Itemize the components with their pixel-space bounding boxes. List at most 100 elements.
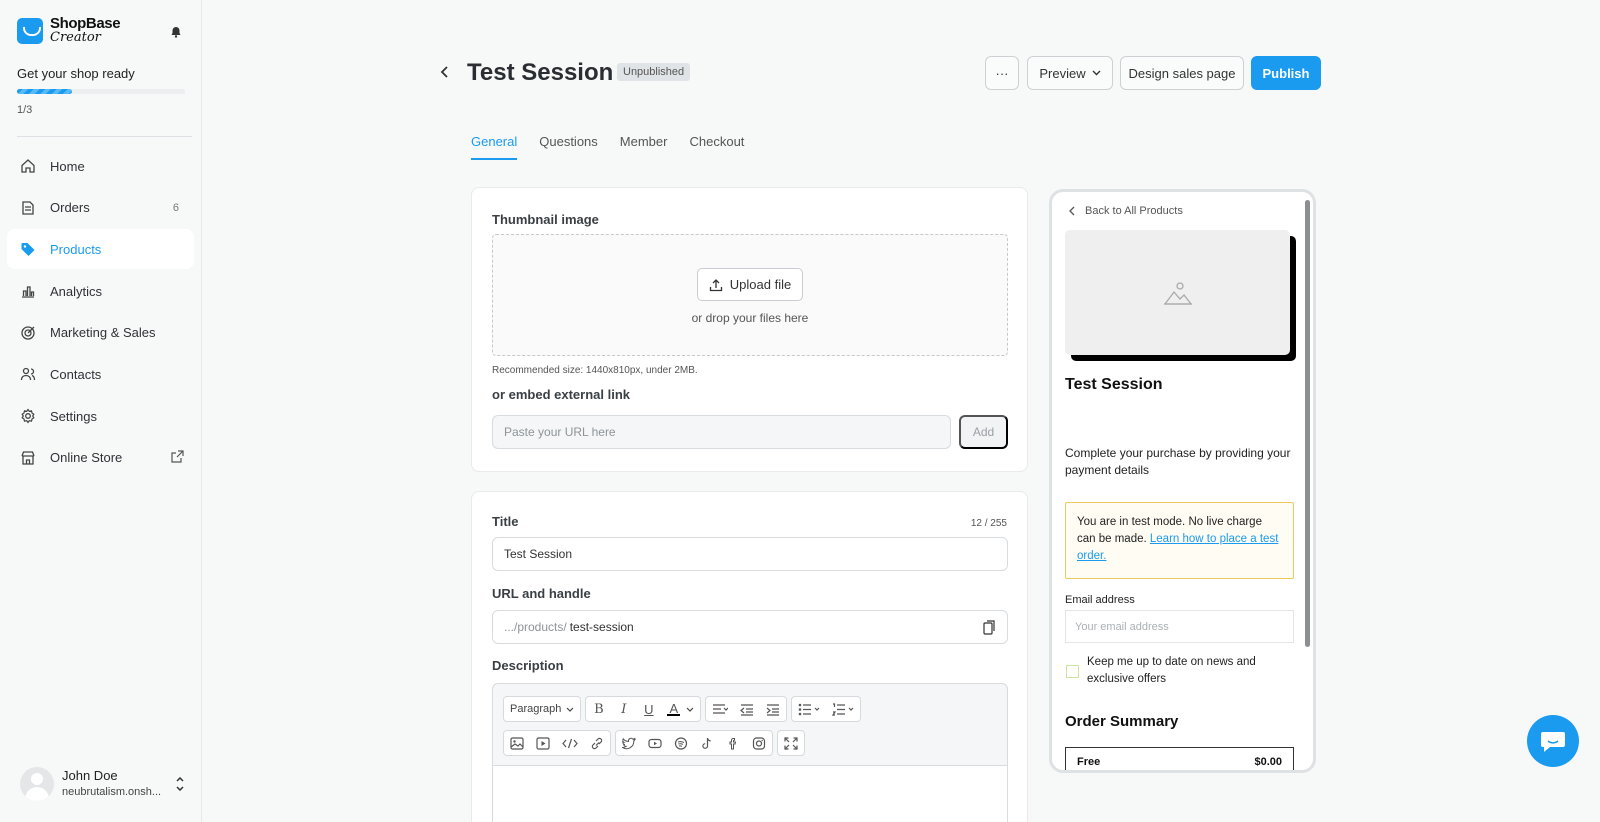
preview-label: Preview: [1039, 65, 1086, 81]
user-menu[interactable]: John Doe neubrutalism.onsh...: [20, 767, 185, 801]
sidebar-item-online-store[interactable]: Online Store: [7, 438, 194, 478]
bullet-list-icon[interactable]: [798, 703, 820, 716]
product-tabs: General Questions Member Checkout: [471, 134, 766, 160]
page-title: Test Session: [467, 59, 614, 86]
description-label: Description: [492, 658, 564, 673]
sidebar-item-home[interactable]: Home: [7, 146, 194, 186]
email-input[interactable]: Your email address: [1065, 610, 1294, 643]
user-name: John Doe: [62, 768, 118, 783]
fullscreen-group: [777, 730, 805, 756]
external-link-icon[interactable]: [171, 450, 184, 463]
shopbase-logo-icon: [17, 18, 43, 44]
upload-dropzone[interactable]: Upload file or drop your files here: [492, 234, 1008, 356]
bell-icon[interactable]: [170, 26, 182, 38]
newsletter-label: Keep me up to date on news and exclusive…: [1087, 656, 1256, 685]
instagram-icon[interactable]: [752, 736, 766, 750]
list-group: [791, 696, 862, 722]
tab-member[interactable]: Member: [620, 134, 668, 159]
editor-toolbar-row-2: [503, 730, 805, 756]
bar-chart-icon: [22, 286, 35, 298]
more-actions-button[interactable]: ···: [985, 56, 1019, 90]
image-icon[interactable]: [510, 736, 524, 750]
copy-icon[interactable]: [983, 620, 996, 635]
alignment-group: [705, 696, 788, 722]
paragraph-select[interactable]: Paragraph: [503, 696, 582, 722]
preview-thumbnail: [1065, 230, 1290, 355]
url-handle-value: test-session: [569, 620, 634, 634]
publish-button[interactable]: Publish: [1251, 56, 1321, 90]
title-label: Title: [492, 514, 519, 529]
preview-button[interactable]: Preview: [1027, 56, 1113, 90]
brand-name: ShopBase: [50, 15, 121, 32]
tab-questions[interactable]: Questions: [539, 134, 598, 159]
email-placeholder: Your email address: [1075, 620, 1169, 633]
video-icon[interactable]: [536, 736, 550, 750]
tab-checkout[interactable]: Checkout: [689, 134, 744, 159]
onboarding-label[interactable]: Get your shop ready: [17, 66, 135, 81]
link-icon[interactable]: [590, 737, 604, 750]
title-char-counter: 12 / 255: [970, 518, 1007, 529]
preview-product-title: Test Session: [1065, 376, 1163, 393]
outdent-icon[interactable]: [740, 703, 754, 716]
chevron-down-icon: [1092, 70, 1101, 76]
sidebar-item-orders[interactable]: Orders 6: [7, 188, 194, 228]
sidebar-item-label: Contacts: [50, 366, 102, 382]
bold-icon[interactable]: B: [592, 702, 605, 717]
italic-icon[interactable]: I: [617, 702, 630, 717]
twitter-icon[interactable]: [622, 737, 636, 750]
sidebar-item-settings[interactable]: Settings: [7, 396, 194, 436]
description-editor: Paragraph B I U A: [492, 683, 1008, 822]
url-handle-input[interactable]: .../products/ test-session: [492, 610, 1008, 644]
sidebar-item-analytics[interactable]: Analytics: [7, 271, 194, 311]
description-textarea[interactable]: [493, 765, 1007, 822]
embed-url-input[interactable]: Paste your URL here: [492, 415, 951, 449]
orders-count-badge: 6: [172, 201, 179, 214]
sidebar-item-marketing[interactable]: Marketing & Sales: [7, 313, 194, 353]
brand-logo[interactable]: ShopBase Creator: [17, 15, 121, 45]
sidebar-divider: [17, 136, 192, 137]
chevron-updown-icon[interactable]: [175, 777, 185, 791]
sidebar-item-contacts[interactable]: Contacts: [7, 354, 194, 394]
paragraph-select-label: Paragraph: [510, 703, 562, 715]
avatar: [20, 767, 54, 801]
tab-general[interactable]: General: [471, 134, 518, 160]
title-input[interactable]: Test Session: [492, 537, 1008, 571]
details-card: Title 12 / 255 Test Session URL and hand…: [471, 491, 1028, 822]
facebook-icon[interactable]: [726, 737, 740, 750]
sidebar-item-label: Settings: [50, 408, 97, 424]
preview-scrollbar[interactable]: [1305, 200, 1310, 647]
sidebar-item-label: Orders: [50, 200, 90, 216]
brand-sub: Creator: [50, 30, 101, 45]
sidebar-item-label: Products: [50, 241, 102, 257]
indent-icon[interactable]: [766, 703, 780, 716]
back-to-all-products-link[interactable]: Back to All Products: [1068, 205, 1183, 217]
tiktok-icon[interactable]: [700, 737, 714, 750]
preview-description: Complete your purchase by providing your…: [1065, 446, 1291, 477]
drop-hint: or drop your files here: [691, 311, 809, 325]
upload-file-button[interactable]: Upload file: [697, 268, 803, 301]
numbered-list-icon[interactable]: [832, 702, 854, 716]
newsletter-checkbox[interactable]: [1066, 665, 1079, 678]
fullscreen-icon[interactable]: [784, 736, 798, 750]
thumbnail-label: Thumbnail image: [492, 212, 599, 227]
chevron-down-icon[interactable]: [686, 707, 694, 712]
spotify-icon[interactable]: [674, 736, 688, 750]
order-summary-row: Free $0.00: [1065, 747, 1294, 770]
youtube-icon[interactable]: [648, 737, 662, 750]
home-icon: [21, 159, 35, 173]
upload-file-label: Upload file: [729, 277, 792, 292]
underline-icon[interactable]: U: [642, 702, 655, 717]
align-left-icon[interactable]: [712, 703, 729, 716]
sidebar-item-label: Home: [50, 158, 85, 174]
design-sales-page-button[interactable]: Design sales page: [1120, 56, 1244, 90]
url-handle-label: URL and handle: [492, 586, 591, 601]
sidebar-item-label: Analytics: [50, 283, 103, 299]
sidebar-item-products[interactable]: Products: [7, 229, 194, 270]
add-link-button[interactable]: Add: [959, 415, 1008, 449]
back-arrow-icon[interactable]: [438, 64, 452, 80]
text-color-icon[interactable]: A: [667, 701, 681, 716]
chat-widget-button[interactable]: [1527, 715, 1579, 767]
code-icon[interactable]: [562, 737, 578, 750]
upload-icon: [709, 278, 722, 291]
status-badge: Unpublished: [617, 63, 691, 81]
